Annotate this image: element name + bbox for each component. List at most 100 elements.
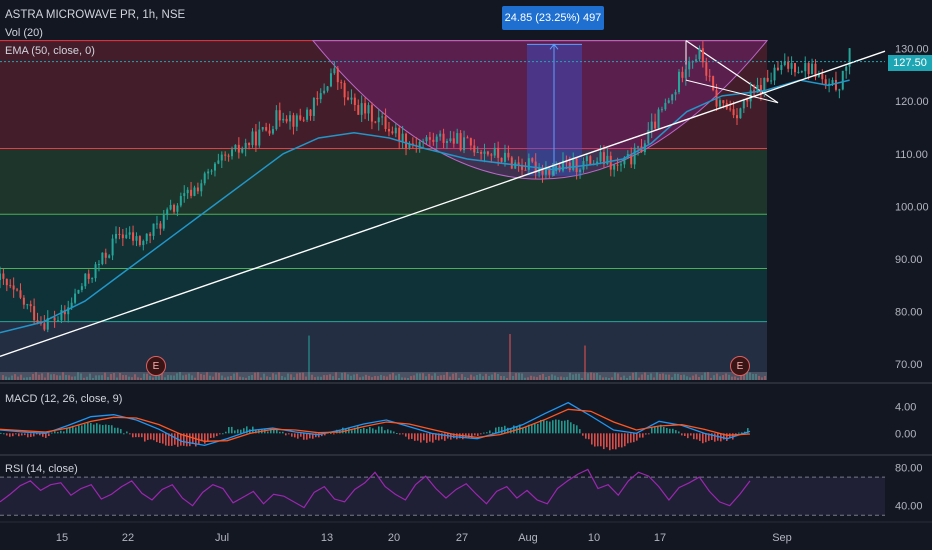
chart-canvas[interactable]: 70.00 80.00 90.00 100.00 110.00 120.00 130.00 0…	[0, 0, 932, 550]
macd-histogram-bar	[618, 433, 620, 448]
candle-body	[401, 133, 404, 142]
macd-histogram-bar	[306, 433, 308, 440]
macd-histogram-bar	[408, 433, 410, 440]
candle-body	[176, 205, 179, 212]
macd-histogram-bar	[480, 433, 482, 435]
macd-histogram-bar	[627, 433, 629, 444]
fib-level-band	[0, 148, 767, 215]
last-price-badge: 127.50	[888, 55, 932, 71]
candle-body	[811, 63, 814, 75]
candle-body	[493, 147, 496, 156]
earnings-marker[interactable]: E	[730, 356, 750, 376]
macd-histogram-bar	[285, 433, 287, 436]
price-axis-tick: 80.00	[895, 307, 923, 319]
candle-body	[698, 48, 701, 60]
candle-body	[387, 129, 390, 132]
candle-body	[220, 154, 223, 161]
macd-indicator-label[interactable]: MACD (12, 26, close, 9)	[5, 393, 122, 405]
candle-body	[712, 76, 715, 91]
candle-body	[807, 63, 810, 75]
macd-histogram-bar	[24, 433, 26, 436]
candle-body	[660, 109, 663, 111]
candle-body	[268, 130, 271, 134]
macd-histogram-bar	[108, 425, 110, 434]
candle-body	[289, 115, 292, 122]
macd-histogram-bar	[303, 433, 305, 440]
time-axis-tick: Jul	[215, 532, 229, 544]
macd-histogram-bar	[6, 433, 8, 436]
macd-histogram-bar	[639, 433, 641, 438]
candle-body	[469, 138, 472, 146]
macd-histogram-bar	[57, 431, 59, 434]
candle-body	[196, 187, 199, 192]
macd-histogram-bar	[291, 433, 293, 437]
candle-body	[845, 66, 848, 71]
candle-body	[299, 115, 302, 120]
candle-body	[473, 145, 476, 153]
time-axis-tick: 22	[122, 532, 134, 544]
candle-body	[5, 278, 8, 286]
price-range-measure-label[interactable]: 24.85 (23.25%) 497	[502, 6, 604, 30]
candle-body	[9, 285, 12, 287]
macd-histogram-bar	[387, 429, 389, 434]
macd-histogram-bar	[126, 431, 128, 434]
macd-histogram-bar	[642, 433, 644, 438]
macd-histogram-bar	[609, 433, 611, 451]
candle-body	[186, 189, 189, 194]
candle-body	[718, 100, 721, 107]
macd-histogram-bar	[63, 431, 65, 434]
macd-histogram-bar	[102, 425, 104, 434]
candle-body	[282, 118, 285, 121]
candle-body	[302, 119, 305, 121]
candle-body	[405, 133, 408, 148]
macd-histogram-bar	[429, 433, 431, 442]
candle-body	[432, 139, 435, 142]
volume-area	[0, 372, 767, 380]
candle-body	[125, 234, 128, 239]
candle-body	[671, 94, 674, 101]
candle-body	[790, 63, 793, 69]
candle-body	[398, 127, 401, 142]
macd-histogram-bar	[414, 433, 416, 441]
macd-axis-tick: 4.00	[895, 402, 916, 414]
candle-body	[128, 232, 131, 235]
candle-body	[657, 109, 660, 129]
candle-body	[425, 137, 428, 142]
time-axis-tick: Aug	[518, 532, 538, 544]
candle-body	[183, 193, 186, 197]
macd-histogram-bar	[699, 433, 701, 441]
earnings-marker[interactable]: E	[146, 356, 166, 376]
macd-histogram-bar	[93, 424, 95, 434]
candle-body	[166, 209, 169, 216]
price-axis-tick: 120.00	[895, 96, 929, 108]
candle-body	[234, 144, 237, 150]
candle-body	[244, 142, 247, 149]
candle-body	[271, 129, 274, 134]
candle-body	[688, 61, 691, 70]
macd-histogram-bar	[543, 420, 545, 434]
macd-histogram-bar	[84, 424, 86, 434]
candle-body	[57, 320, 60, 322]
macd-histogram-bar	[468, 433, 470, 438]
ema-indicator-label[interactable]: EMA (50, close, 0)	[5, 45, 95, 57]
macd-histogram-bar	[606, 433, 608, 448]
candle-body	[568, 162, 571, 170]
candle-body	[500, 157, 503, 162]
candle-body	[705, 62, 708, 76]
candle-body	[333, 68, 336, 74]
chart-title[interactable]: ASTRA MICROWAVE PR, 1h, NSE	[5, 9, 185, 21]
candle-body	[364, 103, 367, 114]
candle-body	[357, 105, 360, 115]
macd-histogram-bar	[159, 433, 161, 444]
candle-body	[739, 108, 742, 119]
macd-histogram-bar	[21, 433, 23, 436]
macd-histogram-bar	[399, 433, 401, 435]
candle-body	[278, 110, 281, 121]
candle-body	[797, 71, 800, 73]
candle-body	[285, 118, 288, 122]
vol-indicator-label[interactable]: Vol (20)	[5, 27, 43, 39]
rsi-indicator-label[interactable]: RSI (14, close)	[5, 463, 78, 475]
candle-body	[309, 109, 312, 116]
candle-body	[834, 79, 837, 90]
macd-histogram-bar	[18, 433, 20, 437]
